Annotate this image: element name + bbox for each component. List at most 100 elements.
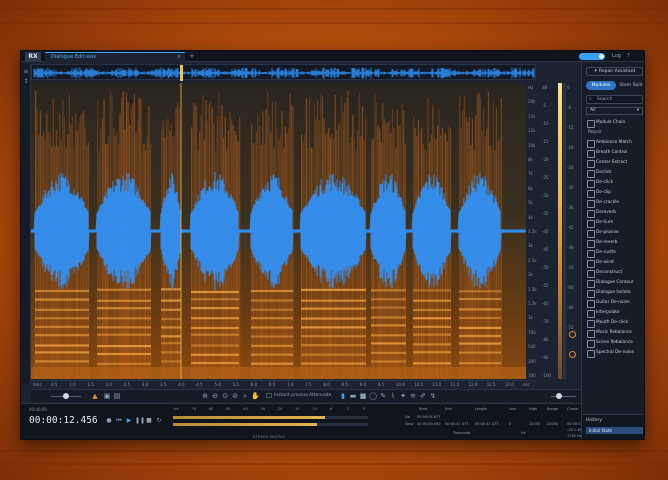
view-high-value[interactable]: 22050 [529, 422, 540, 426]
module-item[interactable]: Dialogue Isolate [586, 288, 644, 298]
view-end-value[interactable]: 00:00:47.477 [445, 422, 469, 426]
find-similar-icon[interactable]: ≋ [409, 392, 417, 400]
pencil-icon[interactable]: ✐ [419, 392, 427, 400]
module-item[interactable]: Ambience Match [586, 138, 644, 148]
time-frequency-selection-icon[interactable]: ■ [359, 392, 367, 400]
expand-icon[interactable]: ↕ [22, 78, 30, 85]
module-item[interactable]: Guitar De-noise [586, 298, 644, 308]
file-tab[interactable]: Dialogue Edit.wav × [45, 52, 185, 62]
module-item[interactable]: Center Extract [586, 158, 644, 168]
time-tick-label: 4.0 [178, 382, 185, 387]
magnifier-icon[interactable]: ⌕ [241, 392, 249, 400]
frequency-selection-icon[interactable]: ▬ [349, 392, 357, 400]
module-item[interactable]: Dereverb [586, 208, 644, 218]
frequency-tick-label: 700 [528, 329, 536, 335]
add-tab-icon[interactable]: + [189, 52, 195, 61]
chevron-down-icon: ▾ [636, 108, 639, 113]
waveform-view-icon[interactable]: ▣ [103, 392, 111, 400]
module-item[interactable]: De-reverb [586, 238, 644, 248]
lasso-icon[interactable]: ◯ [369, 392, 377, 400]
time-tick-label: 9.5 [377, 382, 385, 387]
harmonic-band [371, 351, 406, 354]
pause-icon[interactable]: ❚❚ [135, 417, 145, 425]
time-tick-label: 1.0 [69, 382, 76, 387]
spectrogram-view-icon[interactable]: ▲ [91, 392, 99, 400]
module-item[interactable]: De-hum [586, 218, 644, 228]
module-item[interactable]: Music Rebalance [586, 328, 644, 338]
attenuate-label[interactable]: Attenuate [309, 393, 331, 398]
module-item[interactable]: De-rustle [586, 248, 644, 258]
sel-start-value[interactable]: 00:00:04.877 [417, 415, 441, 419]
module-item[interactable]: Dialogue Contour [586, 278, 644, 288]
stop-icon[interactable]: ■ [145, 417, 153, 425]
module-item[interactable]: De-crackle [586, 198, 644, 208]
zoom-fit-icon[interactable]: ⊘ [231, 392, 239, 400]
vertical-zoom-track[interactable] [551, 396, 576, 397]
log-button[interactable]: Log [612, 53, 621, 59]
play-icon[interactable]: ▶ [125, 417, 133, 425]
harmonic-band [459, 326, 501, 329]
level-tick-label: -3 [345, 407, 350, 411]
module-item[interactable]: Mouth De-click [586, 318, 644, 328]
view-start-value[interactable]: 00:00:00.000 [417, 422, 441, 426]
module-item[interactable]: De-clip [586, 188, 644, 198]
hz-format-label[interactable]: Hz [521, 431, 525, 435]
harmonic-selection-icon[interactable]: ⌇ [389, 392, 397, 400]
mode-toggle[interactable] [579, 53, 605, 60]
view-length-value[interactable]: 00:00:47.477 [475, 422, 499, 426]
view-low-value[interactable]: 0 [509, 422, 511, 426]
history-item[interactable]: Initial State [586, 427, 643, 434]
stereo-view-icon[interactable]: ▤ [113, 392, 121, 400]
db-tick-label: -50 [542, 265, 549, 270]
meter-tick-label: -72 [567, 325, 574, 330]
zoom-out-icon[interactable]: ⊖ [211, 392, 219, 400]
view-range-value[interactable]: 22050 [547, 422, 558, 426]
frequency-tick-label: 1.2k [528, 301, 537, 306]
record-icon[interactable]: ● [105, 417, 113, 425]
menu-icon[interactable]: ≡ [22, 68, 30, 75]
db-tick-label: -10 [542, 121, 549, 126]
module-item[interactable]: De-plosive [586, 228, 644, 238]
time-tick-label: 6.0 [250, 382, 258, 387]
hand-icon[interactable]: ✋ [251, 392, 260, 400]
instant-process-checkbox[interactable]: ☐ [265, 392, 273, 400]
db-tick-label: -25 [542, 175, 549, 180]
spectral-energy [145, 150, 147, 379]
magic-wand-icon[interactable]: ✦ [399, 392, 407, 400]
module-item[interactable]: Module Chain [586, 118, 644, 128]
module-item[interactable]: Breath Control [586, 148, 644, 158]
horizontal-zoom-knob[interactable] [63, 393, 69, 399]
time-selection-icon[interactable]: ▮ [339, 392, 347, 400]
close-icon[interactable]: × [177, 53, 181, 62]
module-item[interactable]: Scene Rebalance [586, 338, 644, 348]
brush-icon[interactable]: ✎ [379, 392, 387, 400]
zoom-in-icon[interactable]: ⊕ [201, 392, 209, 400]
snap-icon[interactable]: ↯ [429, 392, 437, 400]
tab-stem-split[interactable]: Stem Split [618, 81, 644, 90]
low-frequency-band [31, 367, 526, 379]
help-button[interactable]: ? [627, 53, 630, 59]
time-tick-label: hms [33, 382, 42, 387]
zoom-selection-icon[interactable]: ⊙ [221, 392, 229, 400]
vertical-zoom-knob[interactable] [556, 393, 562, 399]
rewind-icon[interactable]: ⏮ [115, 417, 123, 425]
module-item[interactable]: Deconstruct [586, 268, 644, 278]
module-item[interactable]: De-wind [586, 258, 644, 268]
module-item[interactable]: Interpolate [586, 308, 644, 318]
loop-icon[interactable]: ↻ [155, 417, 163, 425]
module-search-input[interactable]: ⌕ Search [586, 95, 643, 104]
timecode-format-label[interactable]: Timecode [453, 431, 470, 435]
meter-tick-label: -48 [567, 245, 574, 250]
gain-knob-icon[interactable] [569, 331, 576, 338]
contrast-knob-icon[interactable] [569, 351, 576, 358]
spectrogram-display[interactable] [31, 83, 526, 379]
module-item[interactable]: Declick [586, 168, 644, 178]
waveform-overview[interactable] [31, 64, 536, 81]
harmonic-band [371, 324, 406, 327]
module-item[interactable]: De-click [586, 178, 644, 188]
module-filter-select[interactable]: All ▾ [586, 107, 643, 115]
tab-modules[interactable]: Modules [586, 81, 616, 90]
repair-assistant-button[interactable]: ✦ Repair Assistant [586, 67, 643, 76]
module-item[interactable]: Spectral De-noise [586, 348, 644, 358]
overview-playhead[interactable] [180, 65, 183, 81]
